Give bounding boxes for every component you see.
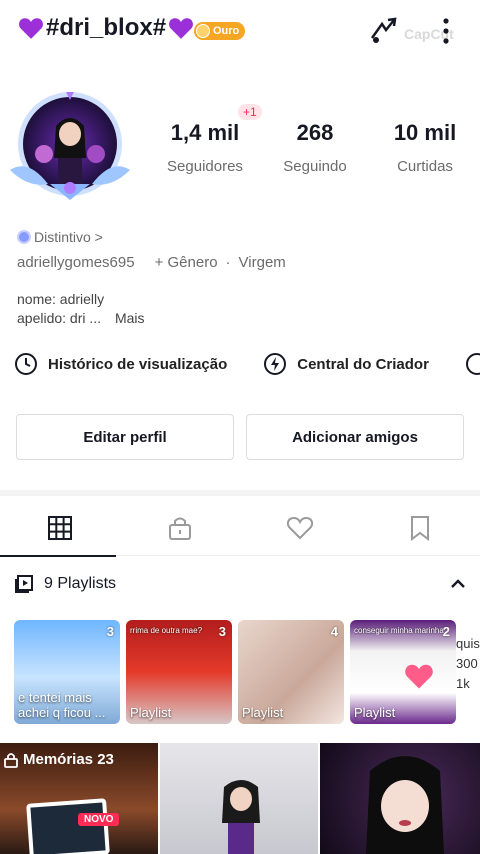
content-tabs — [0, 500, 480, 557]
playlist-top-caption: rrima de outra mae? — [130, 626, 203, 635]
clock-icon — [15, 353, 37, 375]
playlist-caption: e tentei mais achei q ficou ... — [18, 690, 106, 720]
creator-center-label: Central do Criador — [297, 355, 429, 373]
following-stat[interactable]: 268 Seguindo — [260, 120, 370, 175]
pink-heart-icon — [405, 664, 433, 689]
bookmark-icon — [411, 516, 429, 541]
username-title: #dri_blox# — [18, 14, 194, 42]
creator-tools-icon[interactable] — [368, 16, 400, 46]
playlist-top-caption: conseguir minha marinha — [354, 626, 444, 635]
gold-badge-label: Ouro — [213, 25, 240, 37]
playlist-caption: Playlist — [354, 705, 396, 720]
following-count: 268 — [296, 120, 334, 145]
history-label: Histórico de visualização — [48, 355, 228, 373]
lightning-icon — [264, 353, 287, 375]
profile-meta: adriellygomes695 + Gênero · Virgem — [17, 254, 286, 271]
tab-saved[interactable] — [360, 500, 480, 556]
purple-heart-icon — [19, 18, 43, 39]
followers-count: 1,4 mil — [170, 120, 240, 145]
new-follower-badge: +1 — [238, 104, 262, 120]
playlist-count: 2 — [442, 624, 450, 639]
quick-links: Histórico de visualização Central do Cri… — [14, 352, 480, 376]
video-thumbnail — [366, 756, 444, 854]
playlist-caption: Playlist — [242, 705, 284, 720]
gender-button[interactable]: + Gênero — [155, 254, 218, 271]
more-options-icon[interactable] — [440, 16, 452, 46]
coin-icon — [196, 24, 210, 38]
new-badge: NOVO — [78, 813, 120, 826]
likes-label: Curtidas — [397, 158, 453, 175]
likes-count: 10 mil — [393, 120, 457, 145]
creator-center-link[interactable]: Central do Criador — [263, 352, 429, 376]
playlist-card[interactable]: conseguir minha marinha 2 Playlist — [350, 620, 456, 724]
video-thumbnail — [222, 780, 260, 854]
tab-liked[interactable] — [240, 500, 360, 556]
playlists-title: 9 Playlists — [44, 575, 117, 592]
zodiac-text[interactable]: Virgem — [239, 254, 286, 271]
playlist-count: 4 — [330, 624, 338, 639]
profile-stats: 1,4 mil Seguidores 268 Seguindo 10 mil C… — [150, 120, 480, 175]
lock-icon — [169, 517, 191, 540]
more-links-partial[interactable] — [465, 352, 480, 376]
video-grid: Memórias 23 NOVO — [0, 743, 480, 854]
playlist-card[interactable]: 3 e tentei mais achei q ficou ... — [14, 620, 120, 724]
add-friends-button[interactable]: Adicionar amigos — [246, 414, 464, 460]
video-tile[interactable] — [320, 743, 480, 854]
username-text: #dri_blox# — [46, 14, 167, 41]
edit-profile-button[interactable]: Editar perfil — [16, 414, 234, 460]
partial-circle-icon — [465, 353, 480, 375]
lock-icon — [4, 752, 18, 768]
playlist-card-partial[interactable]: quis 300 1k — [456, 620, 480, 724]
tab-private[interactable] — [120, 500, 240, 556]
video-tile[interactable] — [160, 743, 318, 854]
memories-tile[interactable]: Memórias 23 NOVO — [0, 743, 158, 854]
likes-stat[interactable]: 10 mil Curtidas — [370, 120, 480, 175]
playlist-count: 3 — [218, 624, 226, 639]
handle-text: adriellygomes695 — [17, 254, 135, 271]
playlist-card[interactable]: 4 Playlist — [238, 620, 344, 724]
avatar[interactable] — [8, 88, 132, 208]
playlist-count: 3 — [106, 624, 114, 639]
memories-photo — [26, 798, 110, 854]
playlist-icon — [15, 575, 33, 593]
chevron-up-icon[interactable] — [450, 578, 466, 590]
bio-line: nome: adrielly — [17, 291, 105, 307]
badge-icon — [17, 230, 31, 244]
section-divider — [0, 490, 480, 496]
distintivo-label: Distintivo > — [34, 229, 103, 245]
followers-label: Seguidores — [167, 158, 243, 175]
add-friends-label: Adicionar amigos — [292, 428, 418, 446]
tab-videos[interactable] — [0, 500, 120, 557]
meta-separator: · — [225, 254, 231, 271]
grid-icon — [48, 516, 72, 540]
playlists-row: 3 e tentei mais achei q ficou ... rrima … — [14, 620, 456, 724]
bio-line: apelido: dri ... — [17, 310, 102, 326]
playlists-header[interactable]: 9 Playlists — [14, 574, 466, 594]
playlist-caption: Playlist — [130, 705, 172, 720]
profile-header: #dri_blox# Ouro CapCut — [0, 0, 480, 62]
memories-text: Memórias 23 — [23, 751, 114, 768]
distintivo-link[interactable]: Distintivo > — [17, 229, 103, 245]
playlist-card[interactable]: rrima de outra mae? 3 Playlist — [126, 620, 232, 724]
history-link[interactable]: Histórico de visualização — [14, 352, 227, 376]
bio-more-link[interactable]: Mais — [115, 310, 145, 326]
followers-stat[interactable]: 1,4 mil Seguidores — [150, 120, 260, 175]
memories-label: Memórias 23 — [4, 751, 114, 768]
following-label: Seguindo — [283, 158, 347, 175]
gold-badge[interactable]: Ouro — [194, 22, 246, 40]
purple-heart-icon — [169, 18, 193, 39]
heart-icon — [286, 516, 314, 540]
edit-profile-label: Editar perfil — [83, 428, 167, 446]
bio: nome: adrielly apelido: dri ... Mais — [17, 290, 145, 328]
